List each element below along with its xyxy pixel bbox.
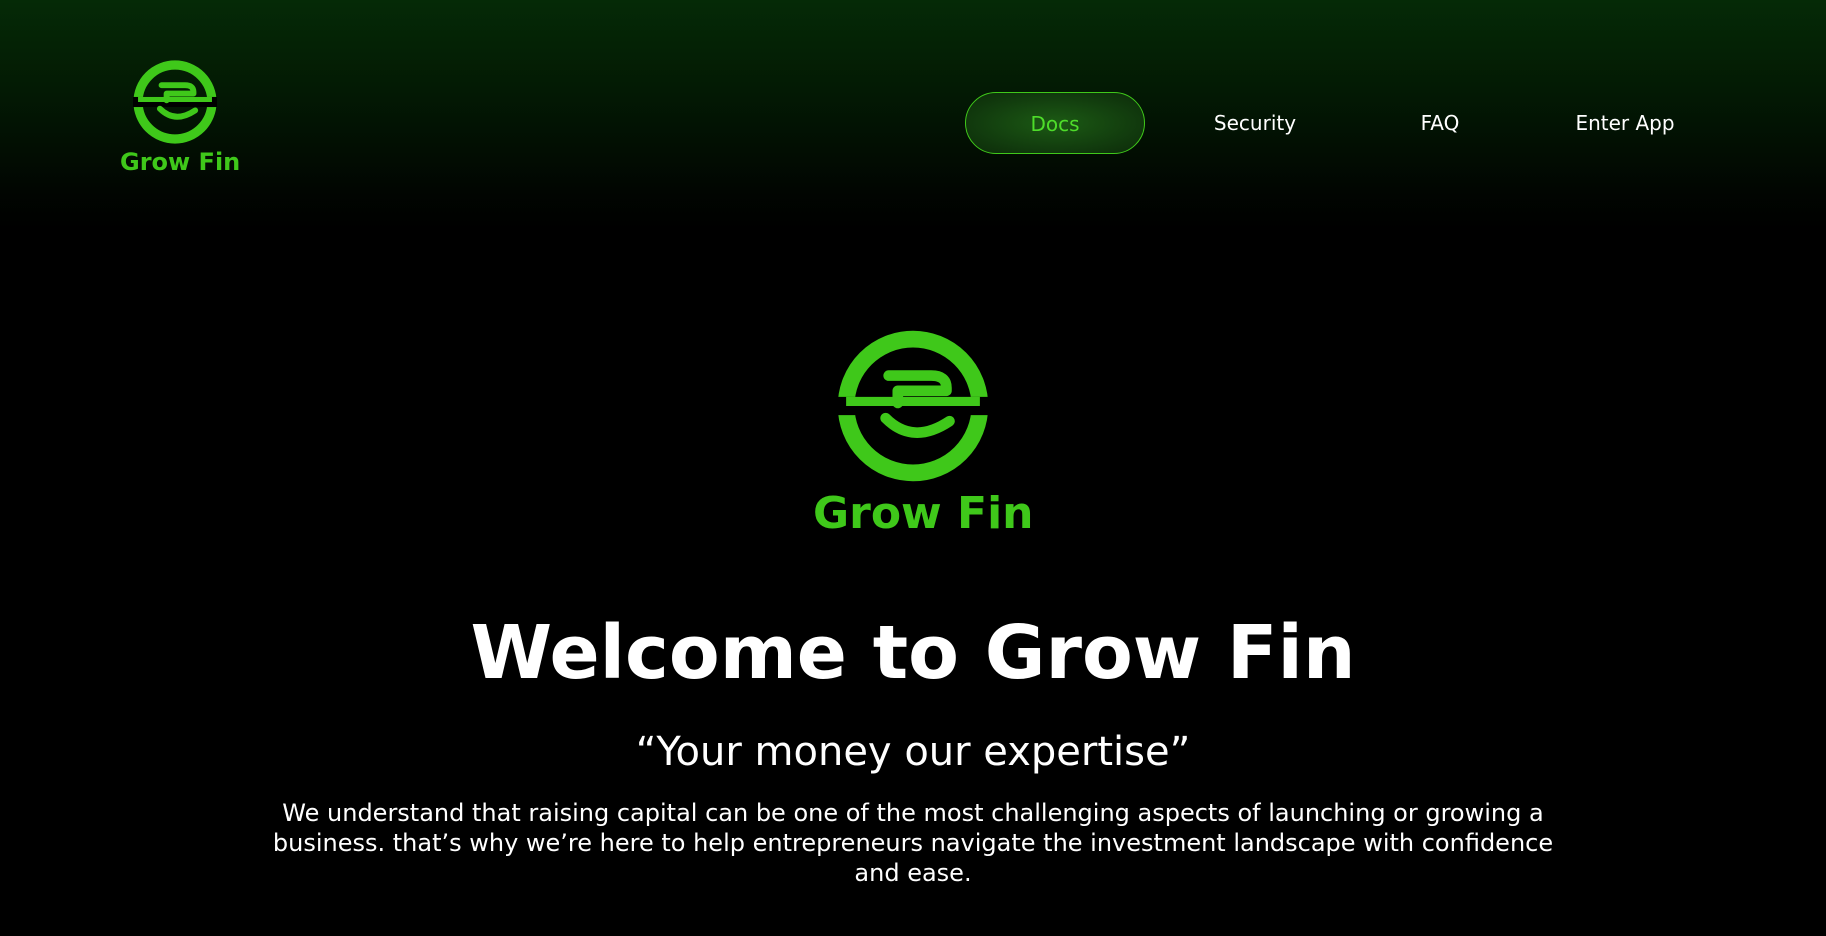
hero-title: Welcome to Grow Fin <box>470 610 1356 696</box>
header-brand-name: Grow Fin <box>120 148 241 176</box>
main-nav: Docs Security FAQ Enter App <box>965 92 1725 154</box>
landing-page: Grow Fin Docs Security FAQ Enter App Gro… <box>0 0 1826 936</box>
hero-tagline: “Your money our expertise” <box>635 729 1191 775</box>
header-logo[interactable]: Grow Fin <box>120 60 241 176</box>
grow-fin-logo-icon <box>837 330 989 482</box>
nav-security-link[interactable]: Security <box>1165 92 1345 154</box>
nav-docs-button[interactable]: Docs <box>965 92 1145 154</box>
grow-fin-logo-icon <box>133 60 217 144</box>
hero-brand-name: Grow Fin <box>813 488 1034 539</box>
hero-logo: Grow Fin <box>813 330 1034 539</box>
hero-description: We understand that raising capital can b… <box>272 799 1554 887</box>
nav-faq-link[interactable]: FAQ <box>1355 92 1525 154</box>
site-header: Grow Fin Docs Security FAQ Enter App <box>0 0 1826 200</box>
nav-enter-app-link[interactable]: Enter App <box>1535 92 1715 154</box>
